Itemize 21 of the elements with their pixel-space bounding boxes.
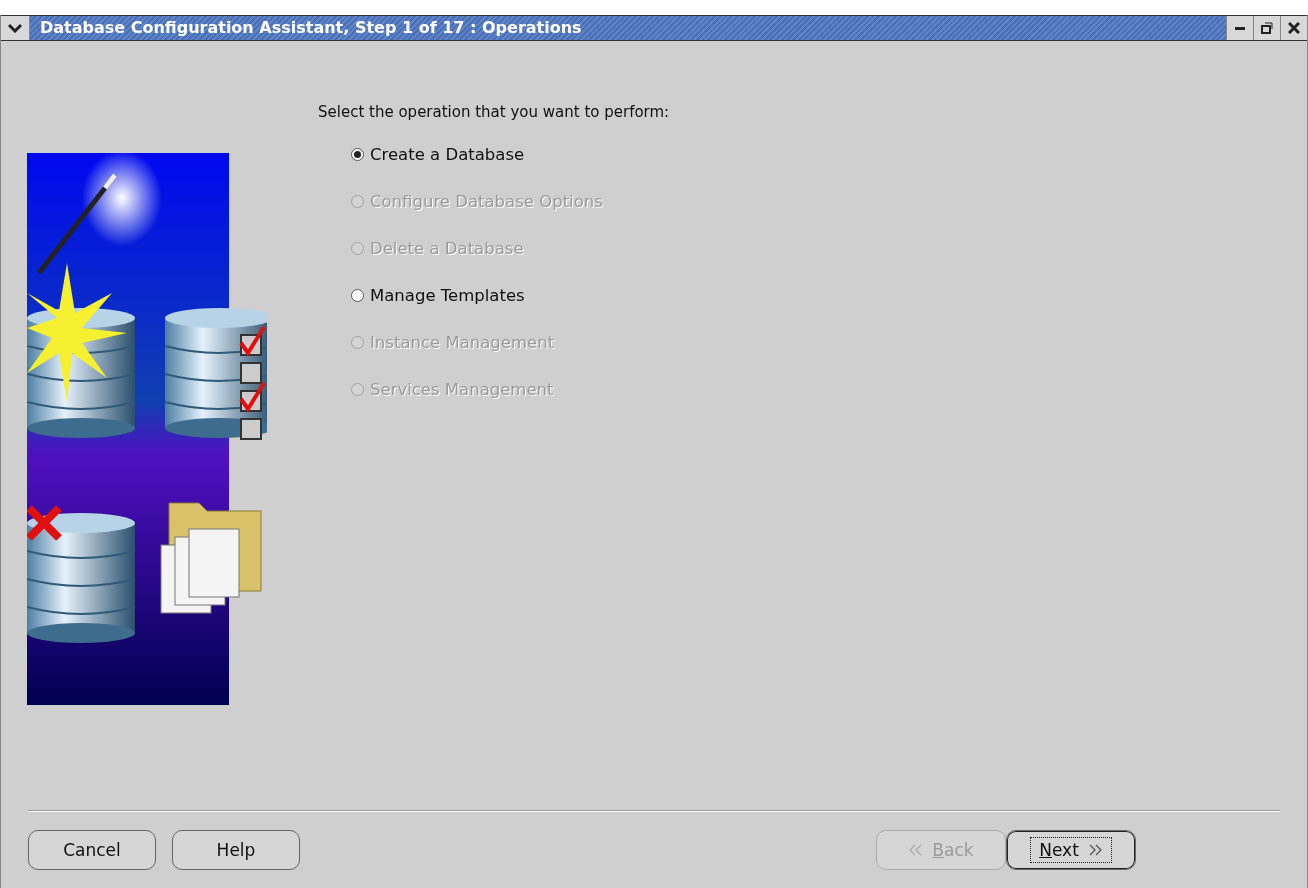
chevron-icon	[1088, 844, 1103, 856]
operation-radio-option[interactable]: Manage Templates	[351, 285, 1307, 306]
button-label: Back	[932, 840, 974, 860]
restore-icon	[1261, 22, 1273, 34]
window-title: Database Configuration Assistant, Step 1 of 17 : Operations	[39, 17, 583, 39]
dialog-button[interactable]: Help	[172, 830, 300, 870]
minimize-button[interactable]	[1226, 16, 1253, 40]
minimize-icon	[1235, 26, 1245, 30]
next-button[interactable]: Next	[1006, 830, 1136, 870]
radio-button[interactable]	[351, 289, 364, 302]
maximize-button[interactable]	[1253, 16, 1280, 40]
window-menu-button[interactable]	[1, 16, 30, 40]
dialog-button[interactable]: Cancel	[28, 830, 156, 870]
chevron-icon	[908, 844, 923, 856]
close-icon	[1288, 22, 1300, 34]
button-label: Next	[1039, 840, 1079, 860]
chevron-down-icon	[8, 23, 22, 33]
instruction-text: Select the operation that you want to perform:	[318, 103, 671, 121]
radio-button[interactable]	[351, 148, 364, 161]
close-button[interactable]	[1280, 16, 1307, 40]
operation-radio-option[interactable]: Create a Database	[351, 144, 1307, 165]
